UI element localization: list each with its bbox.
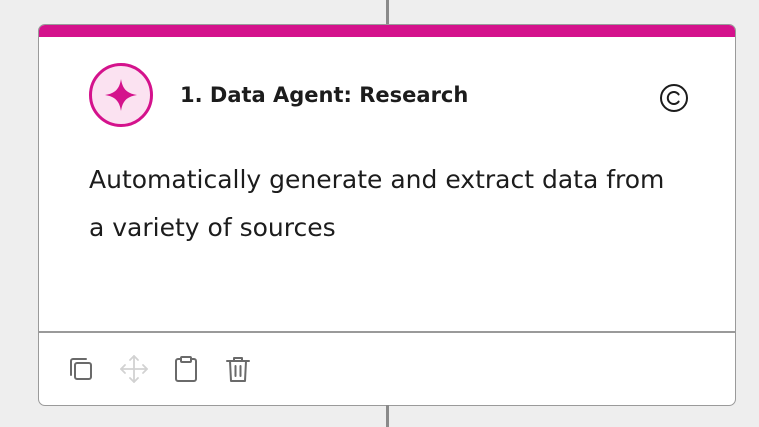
card-title: 1. Data Agent: Research [180, 83, 469, 107]
workflow-canvas: 1. Data Agent: Research Automatically ge… [0, 0, 759, 427]
card-toolbar [39, 333, 735, 405]
card-accent-bar [39, 25, 735, 37]
connector-line-bottom [386, 405, 389, 427]
connector-line-top [386, 0, 389, 27]
copyright-icon[interactable] [658, 82, 690, 114]
sparkle-icon [89, 63, 153, 127]
card-description: Automatically generate and extract data … [89, 165, 665, 242]
copy-icon[interactable] [65, 353, 97, 385]
clipboard-icon[interactable] [170, 353, 202, 385]
move-icon[interactable] [118, 353, 150, 385]
agent-card[interactable]: 1. Data Agent: Research Automatically ge… [38, 24, 736, 406]
trash-icon[interactable] [222, 353, 254, 385]
